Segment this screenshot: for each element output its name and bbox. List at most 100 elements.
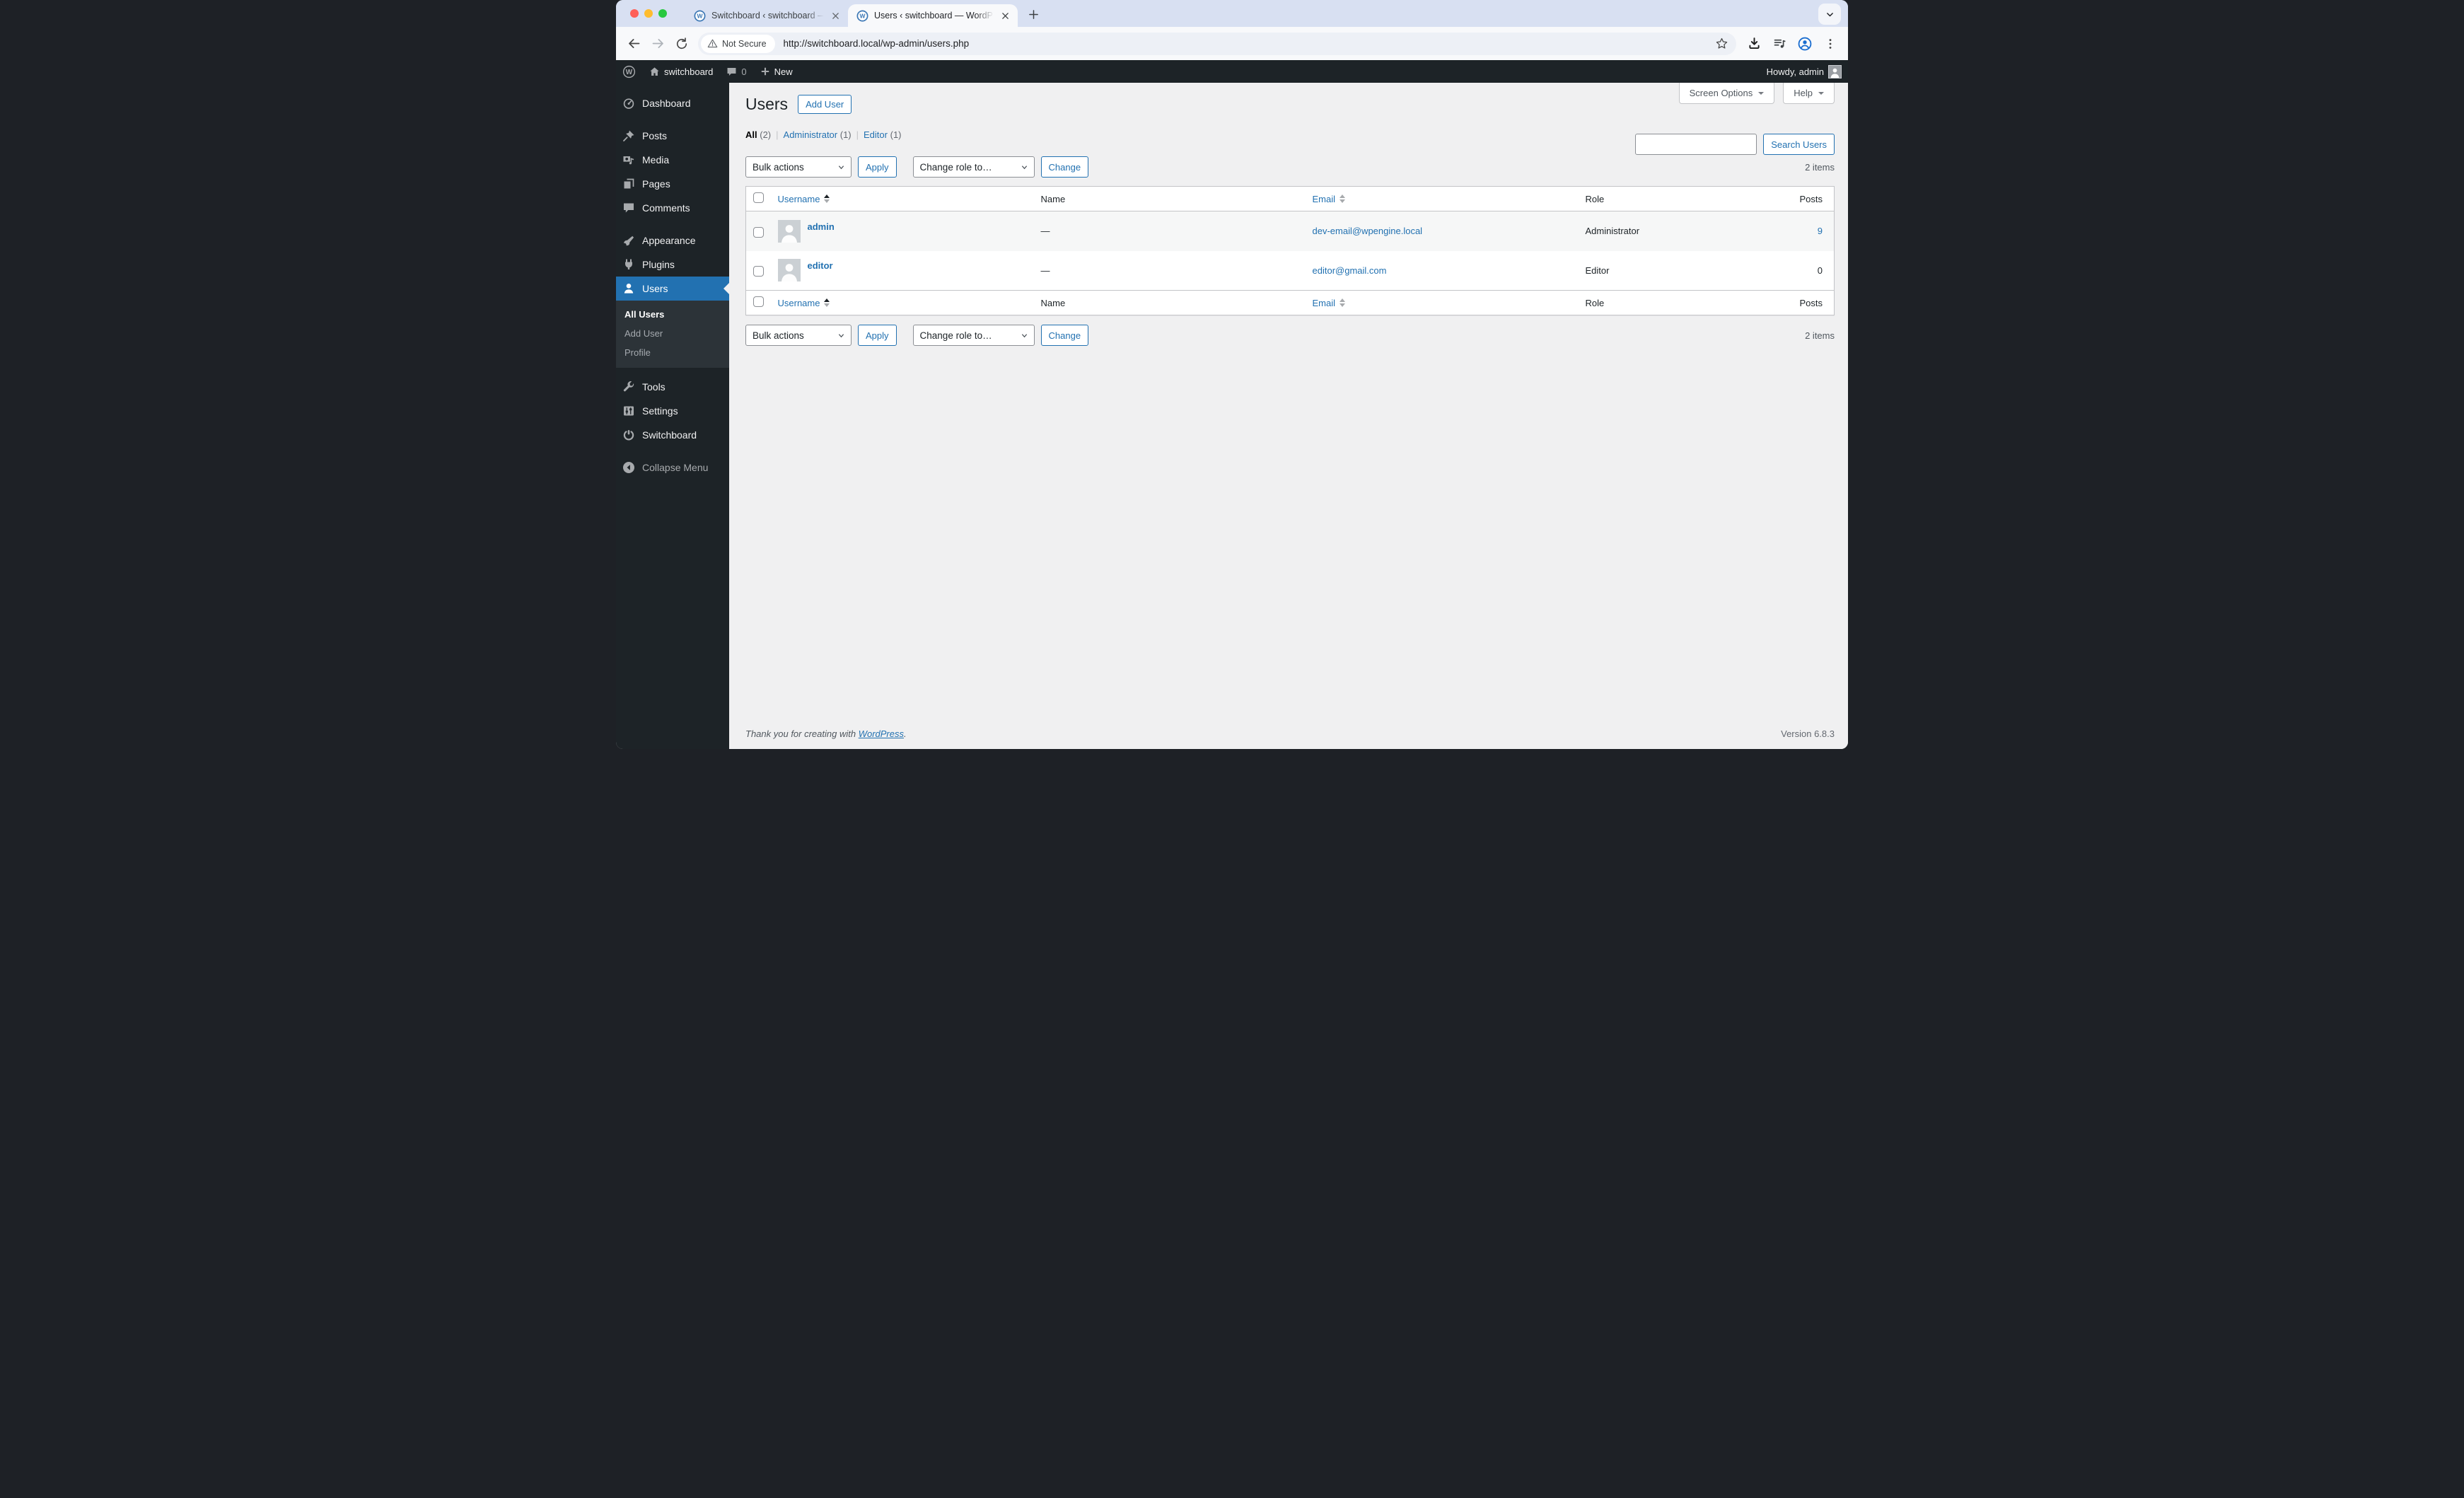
tablenav-bottom: Bulk actions Apply Change role to… Chang… xyxy=(745,325,1835,346)
search-users-button[interactable]: Search Users xyxy=(1763,134,1835,155)
tab-search-button[interactable] xyxy=(1818,4,1841,25)
screen-options-button[interactable]: Screen Options xyxy=(1678,83,1775,104)
visit-site-link[interactable]: switchboard xyxy=(642,60,719,83)
view-all[interactable]: All xyxy=(745,129,757,140)
add-user-button[interactable]: Add User xyxy=(798,95,852,114)
sidebar-item-tools[interactable]: Tools xyxy=(616,375,729,399)
sidebar-item-posts[interactable]: Posts xyxy=(616,124,729,148)
change-role-select[interactable]: Change role to… xyxy=(912,325,1035,346)
user-row-editor: editor — editor@gmail.com Editor 0 xyxy=(746,251,1835,291)
sidebar-item-comments[interactable]: Comments xyxy=(616,196,729,220)
back-button[interactable] xyxy=(622,32,646,56)
bookmark-star-icon[interactable] xyxy=(1711,33,1732,54)
tab-title: Switchboard ‹ switchboard — xyxy=(711,11,824,21)
settings-sliders-icon xyxy=(622,404,636,418)
column-name: Name xyxy=(1040,193,1066,204)
browser-menu-kebab-icon[interactable] xyxy=(1820,33,1841,54)
browser-tab-users[interactable]: W Users ‹ switchboard — WordP xyxy=(848,4,1018,27)
change-button[interactable]: Change xyxy=(1040,325,1089,346)
tab-close-icon[interactable] xyxy=(830,10,841,21)
apply-button[interactable]: Apply xyxy=(858,156,897,178)
sort-by-email[interactable]: Email xyxy=(1313,194,1346,204)
wordpress-link[interactable]: WordPress xyxy=(859,728,904,739)
site-name: switchboard xyxy=(664,66,714,77)
address-bar[interactable]: Not Secure http://switchboard.local/wp-a… xyxy=(698,32,1736,55)
search-box: Search Users xyxy=(1635,134,1835,155)
change-role-select[interactable]: Change role to… xyxy=(912,156,1035,178)
column-posts: Posts xyxy=(1799,297,1823,308)
user-posts-value: 0 xyxy=(1817,265,1823,276)
url-text[interactable]: http://switchboard.local/wp-admin/users.… xyxy=(784,38,1711,49)
sort-indicator xyxy=(1339,298,1346,307)
chevron-down-icon xyxy=(838,165,844,169)
change-button[interactable]: Change xyxy=(1040,156,1089,178)
user-email-link[interactable]: dev-email@wpengine.local xyxy=(1313,226,1423,236)
new-label: New xyxy=(774,66,793,77)
forward-button[interactable] xyxy=(646,32,670,56)
sort-by-username[interactable]: Username xyxy=(778,298,830,308)
new-content-menu[interactable]: New xyxy=(753,60,799,83)
user-search-input[interactable] xyxy=(1635,134,1757,155)
view-editor[interactable]: Editor xyxy=(864,129,888,140)
howdy-text: Howdy, admin xyxy=(1766,66,1824,77)
wp-logo-menu[interactable]: W xyxy=(616,60,642,83)
select-all-checkbox[interactable] xyxy=(753,296,764,307)
downloads-icon[interactable] xyxy=(1743,33,1765,54)
bulk-actions-select[interactable]: Bulk actions xyxy=(745,325,852,346)
switchboard-power-icon xyxy=(622,428,636,442)
user-email-link[interactable]: editor@gmail.com xyxy=(1313,265,1387,276)
sort-by-username[interactable]: Username xyxy=(778,194,830,204)
sidebar-item-label: Tools xyxy=(642,381,666,393)
comments-menu[interactable]: 0 xyxy=(719,60,752,83)
comments-icon xyxy=(622,201,636,215)
user-posts-link[interactable]: 9 xyxy=(1818,226,1823,236)
users-submenu: All Users Add User Profile xyxy=(616,301,729,368)
sidebar-item-profile[interactable]: Profile xyxy=(616,343,729,362)
window-zoom-button[interactable] xyxy=(658,9,667,18)
wp-footer: Thank you for creating with WordPress. V… xyxy=(729,728,1848,749)
sort-by-email[interactable]: Email xyxy=(1313,298,1346,308)
view-administrator[interactable]: Administrator xyxy=(784,129,838,140)
media-controls-icon[interactable] xyxy=(1769,33,1790,54)
user-avatar xyxy=(777,219,801,243)
username-link[interactable]: editor xyxy=(808,260,833,271)
site-security-chip[interactable]: Not Secure xyxy=(701,34,775,53)
sidebar-item-switchboard[interactable]: Switchboard xyxy=(616,423,729,447)
sidebar-item-media[interactable]: Media xyxy=(616,148,729,172)
comment-bubble-icon xyxy=(726,66,738,78)
sidebar-item-settings[interactable]: Settings xyxy=(616,399,729,423)
pushpin-icon xyxy=(622,129,636,143)
user-row-admin: admin — dev-email@wpengine.local Adminis… xyxy=(745,211,1835,251)
apply-button[interactable]: Apply xyxy=(858,325,897,346)
sidebar-item-pages[interactable]: Pages xyxy=(616,172,729,196)
sidebar-item-dashboard[interactable]: Dashboard xyxy=(616,91,729,115)
comments-count: 0 xyxy=(741,66,747,77)
sidebar-item-users[interactable]: Users xyxy=(616,277,729,301)
profile-avatar-icon[interactable] xyxy=(1794,33,1815,54)
user-role-value: Editor xyxy=(1585,265,1610,276)
sidebar-item-plugins[interactable]: Plugins xyxy=(616,252,729,277)
username-link[interactable]: admin xyxy=(808,221,835,232)
tab-close-icon[interactable] xyxy=(999,10,1011,21)
new-tab-button[interactable] xyxy=(1023,4,1043,24)
svg-text:W: W xyxy=(697,12,703,19)
select-all-checkbox[interactable] xyxy=(753,192,764,203)
my-account-menu[interactable]: Howdy, admin xyxy=(1760,64,1848,79)
items-count: 2 items xyxy=(1805,161,1835,173)
row-checkbox[interactable] xyxy=(753,266,764,277)
wrench-icon xyxy=(622,380,636,394)
reload-button[interactable] xyxy=(670,32,694,56)
users-table: Username Name Email Role Posts admin — d… xyxy=(745,186,1835,315)
collapse-menu-button[interactable]: Collapse Menu xyxy=(616,455,729,480)
warning-icon xyxy=(707,39,718,48)
row-checkbox[interactable] xyxy=(753,226,764,238)
sidebar-item-all-users[interactable]: All Users xyxy=(616,305,729,324)
browser-tab-switchboard[interactable]: W Switchboard ‹ switchboard — xyxy=(685,4,848,27)
sidebar-item-label: Posts xyxy=(642,130,668,141)
sidebar-item-add-user[interactable]: Add User xyxy=(616,324,729,343)
help-button[interactable]: Help xyxy=(1783,83,1835,104)
sidebar-item-appearance[interactable]: Appearance xyxy=(616,228,729,252)
bulk-actions-select[interactable]: Bulk actions xyxy=(745,156,852,178)
window-close-button[interactable] xyxy=(630,9,639,18)
window-minimize-button[interactable] xyxy=(644,9,653,18)
